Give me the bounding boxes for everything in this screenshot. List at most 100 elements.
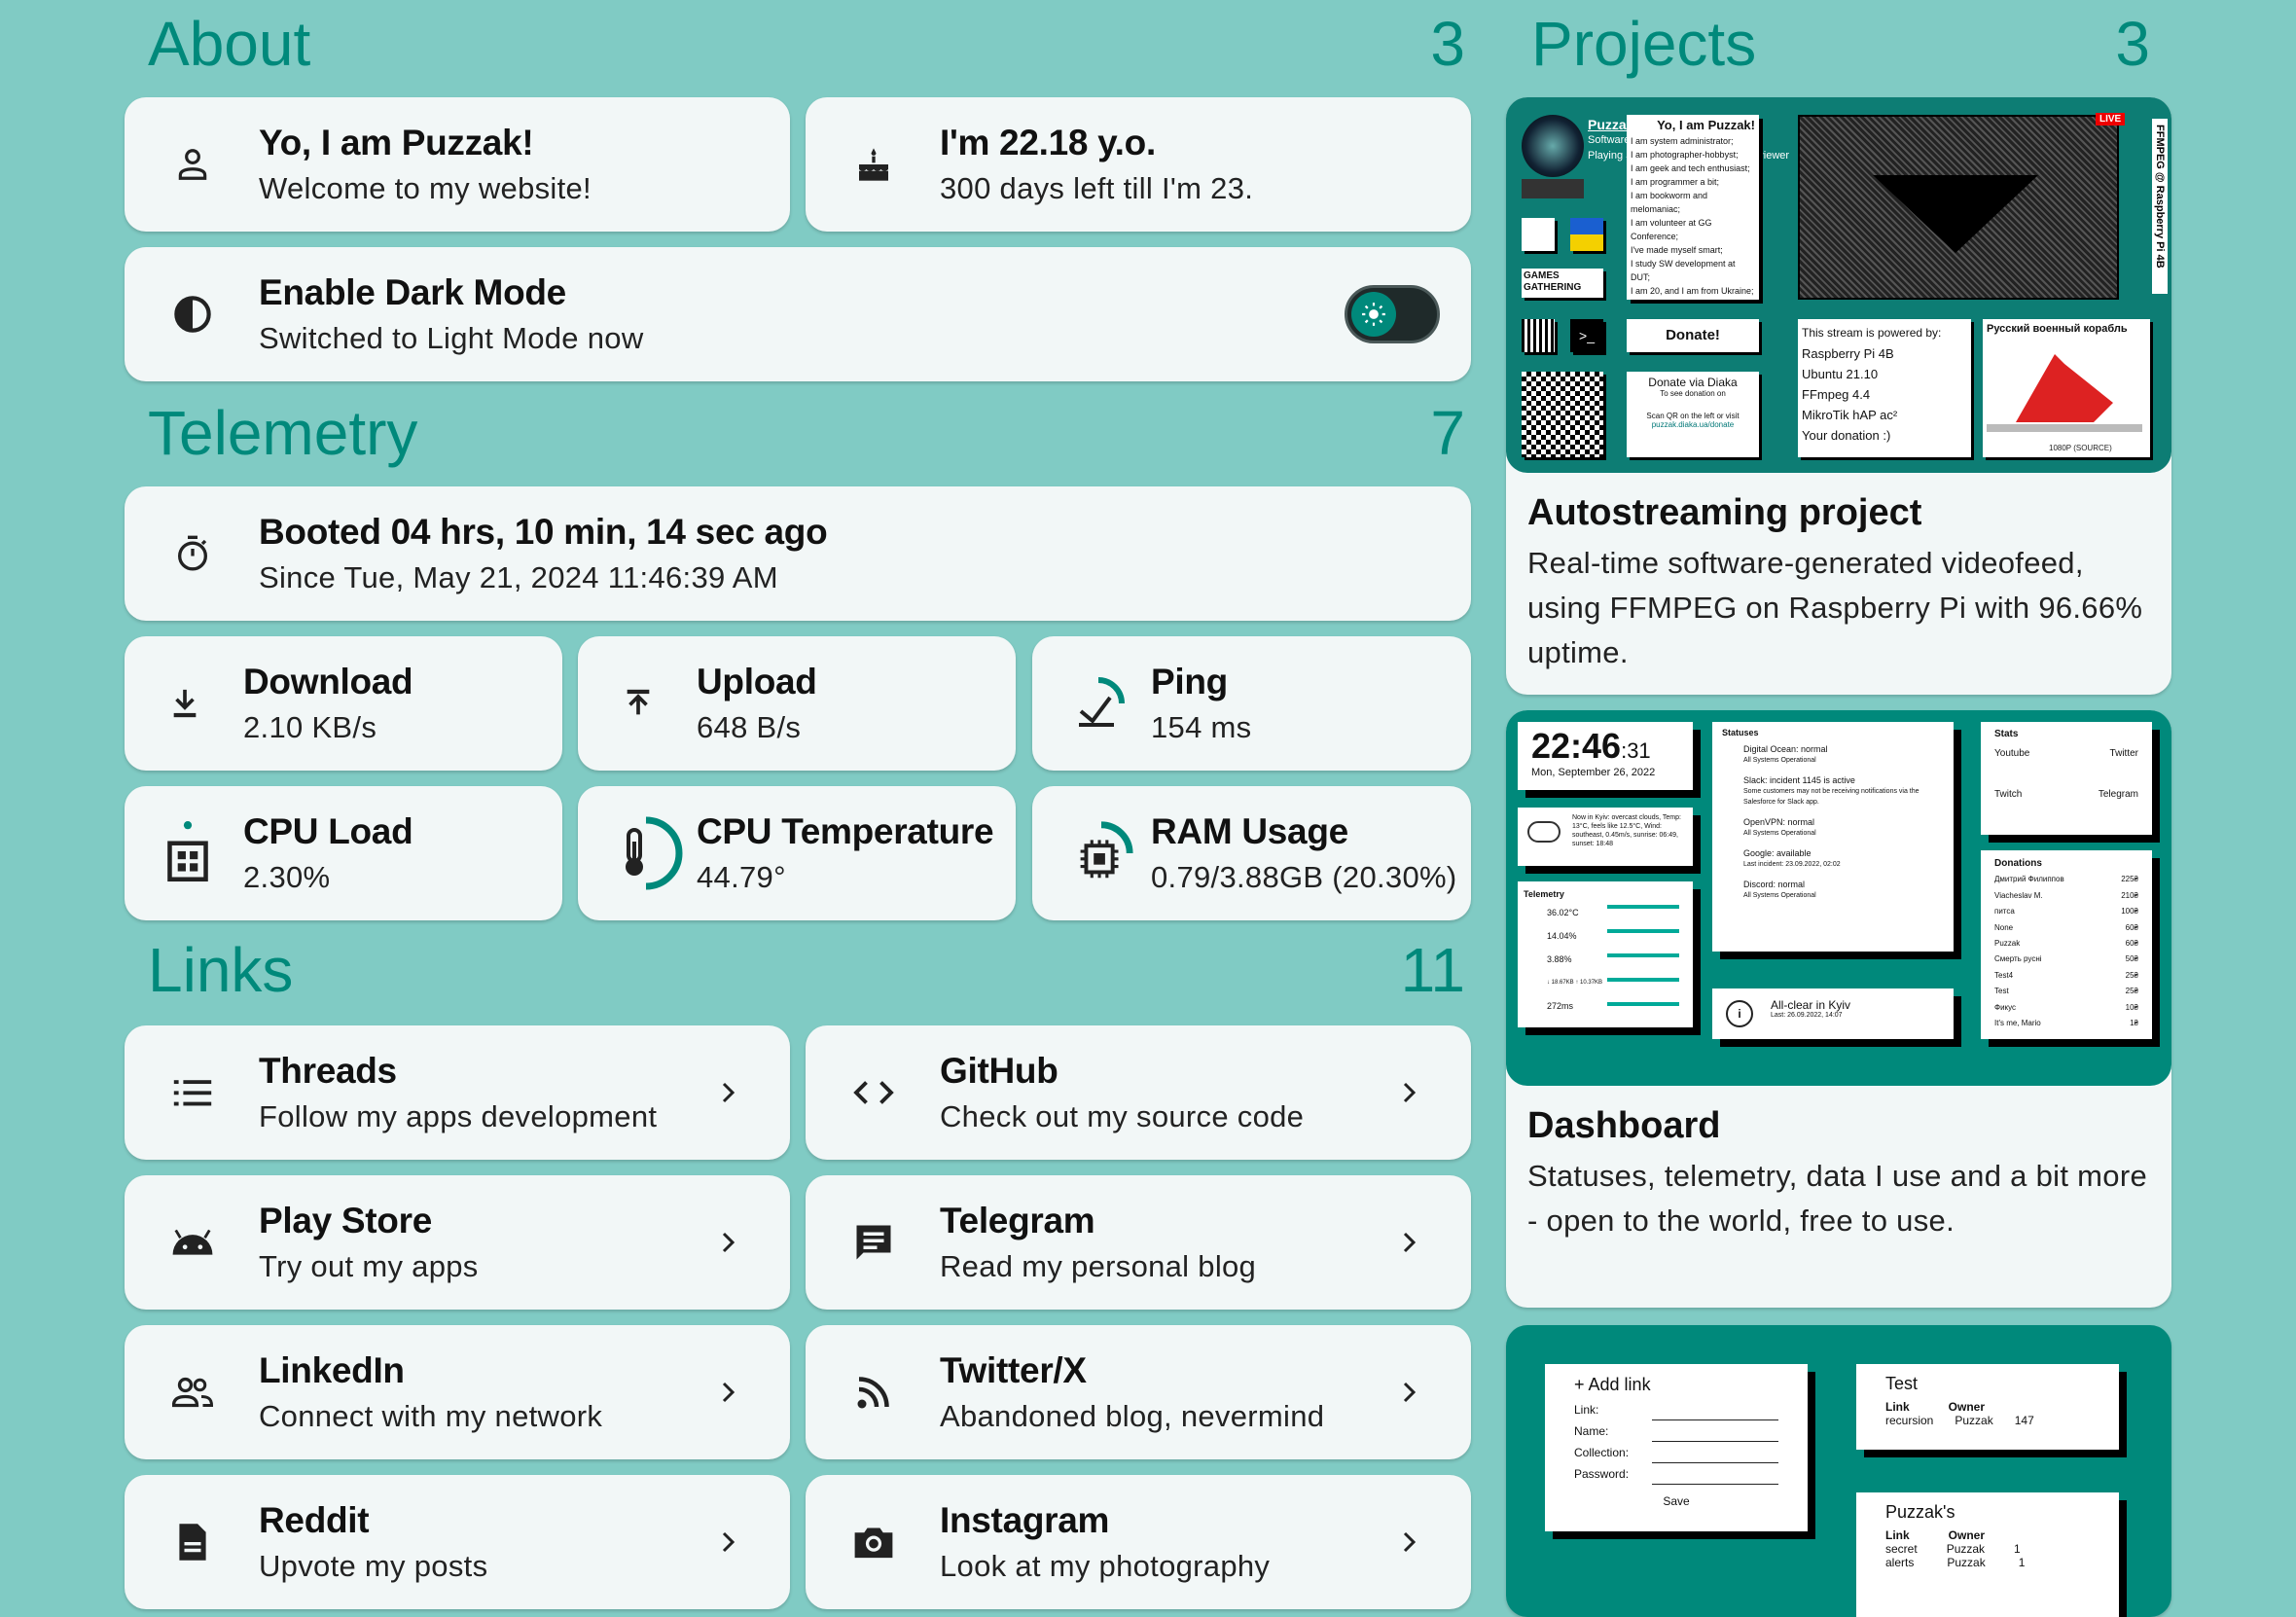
project-links-card[interactable]: + Add link Link: Name: Collection: Passw… (1506, 1325, 2171, 1617)
cloud-icon (1527, 821, 1561, 843)
row-owner: Puzzak (1947, 1556, 1986, 1569)
bio-line: I study SW development at DUT; (1631, 259, 1736, 282)
telemetry-tile-cpu-load: CPU Load 2.30% (125, 786, 562, 920)
ram-value: 0.79/3.88GB (20.30%) (1151, 860, 1457, 894)
row-views: 1 (2018, 1556, 2026, 1569)
quality-label: 1080P (SOURCE) (2049, 444, 2112, 452)
link-instagram-title: Instagram (940, 1500, 1110, 1540)
link-telegram-subtitle: Read my personal blog (940, 1249, 1257, 1283)
cake-icon (852, 143, 895, 186)
telemetry-tile-cpu-temp: CPU Temperature 44.79° (578, 786, 1016, 920)
channel-avatar (1522, 115, 1584, 177)
telemetry-widget: Telemetry 36.02°C 14.04% 3.88% ↓ 18.67KB… (1518, 881, 1693, 1027)
about-intro-card[interactable]: Yo, I am Puzzak! Welcome to my website! (125, 97, 790, 232)
gg-logo: GAMES GATHERING (1522, 269, 1603, 298)
donor-amount: 210₴ (2121, 890, 2138, 900)
android-icon (171, 1221, 214, 1264)
ping-title: Ping (1151, 662, 1228, 701)
link-github-title: GitHub (940, 1051, 1058, 1091)
download-title: Download (243, 662, 413, 701)
link-github[interactable]: GitHub Check out my source code (806, 1025, 1471, 1160)
donor-name: None (1994, 922, 2014, 932)
camera-icon (852, 1521, 895, 1563)
cpu-load-value: 2.30% (243, 860, 331, 894)
clock-date: Mon, September 26, 2022 (1531, 767, 1656, 778)
document-icon (171, 1521, 214, 1563)
stats-widget: Stats Youtube Twitter Twitch Telegram (1981, 722, 2152, 835)
chevron-right-icon (1403, 1082, 1417, 1103)
link-play-store-subtitle: Try out my apps (259, 1249, 479, 1283)
row-owner: Puzzak (1946, 1542, 1986, 1556)
project-autostreaming-card[interactable]: Puzzaks Software-generated stream Playin… (1506, 97, 2171, 695)
stats-youtube: Youtube (1994, 748, 2030, 759)
ping-value: 154 ms (1151, 710, 1252, 744)
sun-icon (1351, 292, 1396, 337)
row-views: 1 (2014, 1542, 2021, 1556)
rss-icon (852, 1371, 895, 1414)
download-value: 2.10 KB/s (243, 710, 377, 744)
allclear-sub: Last: 26.09.2022, 14:07 (1771, 1012, 1843, 1019)
row-link: alerts (1885, 1556, 1915, 1569)
list-icon (171, 1071, 214, 1114)
powered-item: Ubuntu 21.10 (1802, 367, 1879, 381)
form-field: Password: (1574, 1463, 1778, 1485)
boot-subtitle: Since Tue, May 21, 2024 11:46:39 AM (259, 560, 778, 594)
link-reddit[interactable]: Reddit Upvote my posts (125, 1475, 790, 1609)
save-button: Save (1663, 1494, 1690, 1508)
project-autostreaming-description: Real-time software-generated videofeed, … (1527, 546, 2143, 669)
projects-header: Projects 3 (1525, 9, 2156, 79)
clock-seconds: :31 (1621, 738, 1651, 763)
col-owner: Owner (1948, 1400, 1986, 1414)
ukraine-flag-icon (1570, 218, 1603, 251)
ram-title: RAM Usage (1151, 811, 1348, 851)
form-field: Collection: (1574, 1442, 1778, 1463)
terminal-icon: >_ (1570, 319, 1603, 352)
bio-line: I am geek and tech enthusiast; (1631, 163, 1750, 173)
upload-title: Upload (697, 662, 817, 701)
powered-item: MikroTik hAP ac² (1802, 408, 1898, 422)
powered-item: Raspberry Pi 4B (1802, 346, 1894, 361)
puzzak-title: Puzzak's (1885, 1502, 1955, 1522)
donor-amount: 60₴ (2125, 922, 2138, 932)
stats-telegram: Telegram (2098, 789, 2138, 800)
info-icon: i (1726, 1000, 1753, 1027)
autostreaming-preview: Puzzaks Software-generated stream Playin… (1506, 97, 2171, 473)
ship-title: Русский военный корабль (1987, 323, 2128, 335)
clock-widget: 22:46:31 Mon, September 26, 2022 (1518, 722, 1693, 790)
link-play-store[interactable]: Play Store Try out my apps (125, 1175, 790, 1310)
about-age-card[interactable]: I'm 22.18 y.o. 300 days left till I'm 23… (806, 97, 1471, 232)
link-telegram[interactable]: Telegram Read my personal blog (806, 1175, 1471, 1310)
timer-icon (171, 532, 214, 575)
diaka-sub: To see donation on (1660, 389, 1726, 398)
logo-icon (1522, 218, 1555, 251)
link-github-subtitle: Check out my source code (940, 1099, 1305, 1133)
about-intro-title: Yo, I am Puzzak! (259, 123, 534, 162)
about-count: 3 (1430, 9, 1465, 79)
chevron-right-icon (722, 1382, 735, 1403)
add-link-title: + Add link (1574, 1375, 1651, 1394)
diaka-box: Donate via Diaka To see donation on Scan… (1627, 372, 1759, 457)
link-threads[interactable]: Threads Follow my apps development (125, 1025, 790, 1160)
weather-widget: Now in Kyiv: overcast clouds, Temp: 13°C… (1518, 808, 1693, 866)
link-threads-title: Threads (259, 1051, 397, 1091)
link-reddit-title: Reddit (259, 1500, 370, 1540)
link-twitter-subtitle: Abandoned blog, nevermind (940, 1399, 1325, 1433)
projects-title: Projects (1531, 9, 1757, 79)
link-instagram[interactable]: Instagram Look at my photography (806, 1475, 1471, 1609)
project-dashboard-card[interactable]: 22:46:31 Mon, September 26, 2022 Now in … (1506, 710, 2171, 1308)
dark-mode-toggle[interactable] (1345, 285, 1440, 343)
donor-name: Дмитрий Филиппов (1994, 875, 2064, 884)
dark-mode-card[interactable]: Enable Dark Mode Switched to Light Mode … (125, 247, 1471, 381)
link-twitter[interactable]: Twitter/X Abandoned blog, nevermind (806, 1325, 1471, 1459)
about-intro-subtitle: Welcome to my website! (259, 171, 592, 205)
link-linkedin-title: LinkedIn (259, 1350, 405, 1390)
telemetry-title: Telemetry (148, 398, 418, 468)
status-note: All Systems Operational (1743, 757, 1816, 764)
contrast-icon (171, 293, 214, 336)
row-link: secret (1885, 1542, 1918, 1556)
cpu-temp-value: 44.79° (697, 860, 786, 894)
test-collection-widget: Test Link Owner recursion Puzzak 147 (1856, 1364, 2119, 1450)
status-name: Google: available (1743, 848, 1812, 858)
link-linkedin[interactable]: LinkedIn Connect with my network (125, 1325, 790, 1459)
about-age-subtitle: 300 days left till I'm 23. (940, 171, 1254, 205)
